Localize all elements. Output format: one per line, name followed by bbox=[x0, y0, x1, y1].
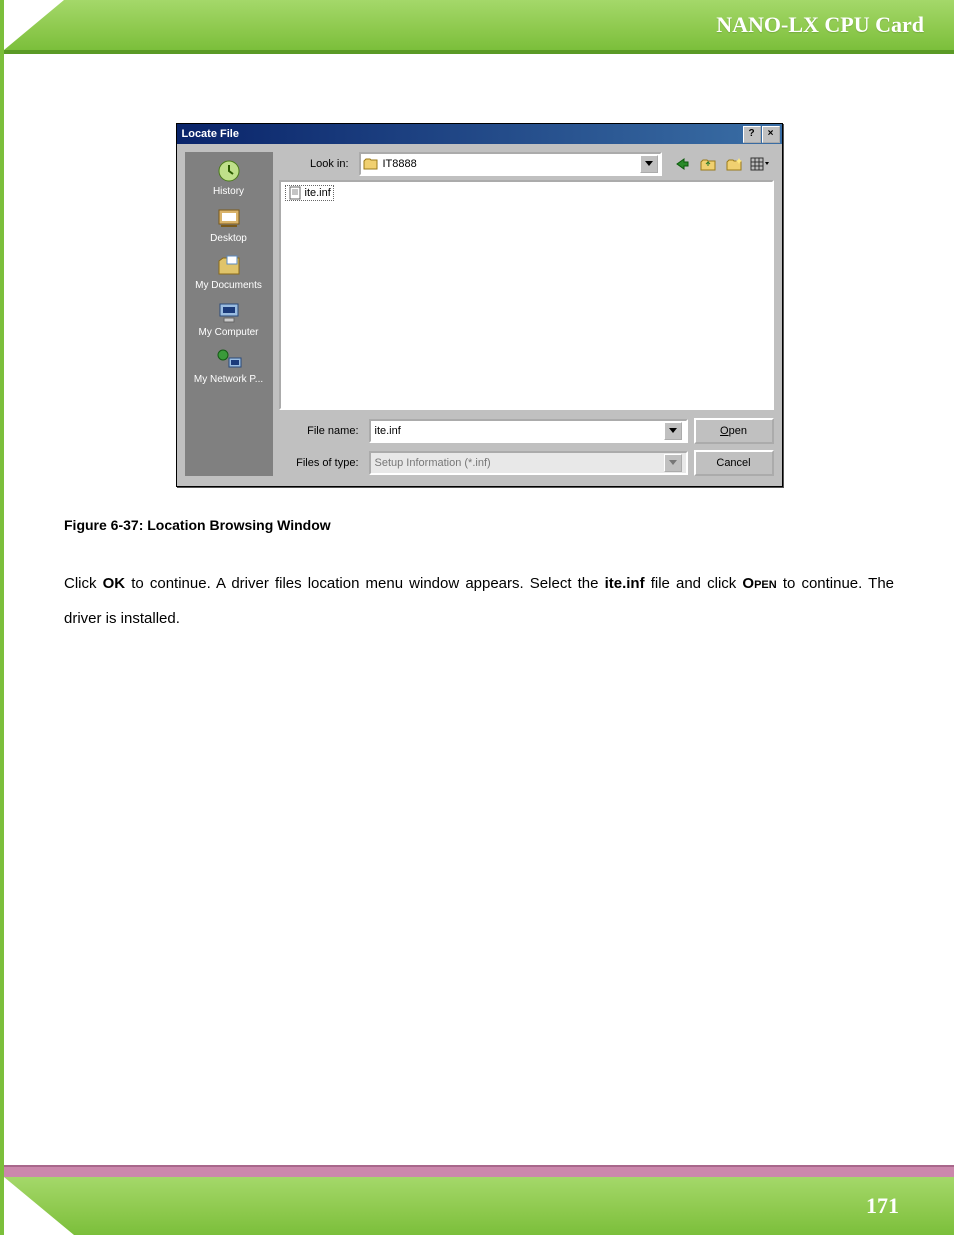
figure-caption: Figure 6-37: Location Browsing Window bbox=[64, 517, 894, 533]
file-name-input[interactable]: ite.inf bbox=[369, 419, 688, 443]
page-number: 171 bbox=[866, 1193, 899, 1219]
desktop-icon bbox=[213, 205, 245, 231]
places-mycomputer[interactable]: My Computer bbox=[190, 297, 268, 342]
back-button[interactable] bbox=[672, 154, 692, 174]
footer-rule bbox=[4, 1165, 954, 1177]
body-text-2: to continue. A driver files location men… bbox=[125, 575, 604, 592]
look-in-value: IT8888 bbox=[383, 158, 417, 170]
look-in-dropdown-button[interactable] bbox=[640, 155, 658, 173]
body-bold-ok: OK bbox=[103, 575, 126, 592]
locate-file-dialog: Locate File ? × History Desktop bbox=[176, 123, 783, 487]
file-list[interactable]: ite.inf bbox=[279, 180, 774, 410]
body-text-3: file and click bbox=[645, 575, 743, 592]
mycomputer-icon bbox=[213, 299, 245, 325]
file-type-value: Setup Information (*.inf) bbox=[375, 457, 491, 469]
up-one-level-button[interactable] bbox=[698, 154, 718, 174]
chevron-down-icon bbox=[669, 428, 677, 434]
places-mydocuments-label: My Documents bbox=[195, 280, 262, 291]
body-paragraph: Click OK to continue. A driver files loc… bbox=[64, 567, 894, 636]
header-corner-decoration bbox=[4, 0, 64, 50]
folder-new-icon bbox=[726, 157, 742, 171]
page-header: NANO-LX CPU Card bbox=[4, 0, 954, 50]
history-icon bbox=[213, 158, 245, 184]
file-name-dropdown-button[interactable] bbox=[664, 422, 682, 440]
page-footer: 171 bbox=[4, 1177, 954, 1235]
mydocuments-icon bbox=[213, 252, 245, 278]
places-mynetwork[interactable]: My Network P... bbox=[190, 344, 268, 389]
cancel-button-label: Cancel bbox=[716, 457, 750, 469]
places-mycomputer-label: My Computer bbox=[198, 327, 258, 338]
body-smallcaps-open: Open bbox=[742, 575, 776, 592]
file-item-iteinf[interactable]: ite.inf bbox=[285, 185, 334, 201]
folder-up-icon bbox=[700, 157, 716, 171]
file-type-label: Files of type: bbox=[279, 457, 363, 469]
dialog-title: Locate File bbox=[182, 128, 239, 140]
views-button[interactable] bbox=[750, 154, 770, 174]
open-button[interactable]: Open bbox=[694, 418, 774, 444]
chevron-down-icon bbox=[645, 161, 653, 167]
file-type-dropdown-button[interactable] bbox=[664, 454, 682, 472]
help-button[interactable]: ? bbox=[743, 126, 761, 143]
close-button[interactable]: × bbox=[762, 126, 780, 143]
file-item-label: ite.inf bbox=[305, 187, 331, 199]
body-bold-iteinf: ite.inf bbox=[605, 575, 645, 592]
look-in-combo[interactable]: IT8888 bbox=[359, 152, 662, 176]
file-name-label: File name: bbox=[279, 425, 363, 437]
help-icon: ? bbox=[748, 129, 754, 139]
open-button-label-rest: pen bbox=[729, 425, 747, 437]
places-desktop-label: Desktop bbox=[210, 233, 247, 244]
places-mynetwork-label: My Network P... bbox=[194, 374, 263, 385]
look-in-label: Look in: bbox=[279, 158, 353, 170]
views-icon bbox=[750, 157, 770, 171]
file-type-combo[interactable]: Setup Information (*.inf) bbox=[369, 451, 688, 475]
body-text-1: Click bbox=[64, 575, 103, 592]
chevron-down-icon bbox=[669, 460, 677, 466]
file-name-value: ite.inf bbox=[375, 425, 401, 437]
footer-corner-decoration bbox=[4, 1177, 74, 1235]
folder-open-icon bbox=[363, 157, 379, 171]
content-area: Locate File ? × History Desktop bbox=[64, 108, 894, 636]
close-icon: × bbox=[768, 129, 774, 139]
dialog-titlebar: Locate File ? × bbox=[177, 124, 782, 144]
header-rule bbox=[4, 50, 954, 54]
places-desktop[interactable]: Desktop bbox=[190, 203, 268, 248]
back-arrow-icon bbox=[674, 157, 690, 171]
cancel-button[interactable]: Cancel bbox=[694, 450, 774, 476]
new-folder-button[interactable] bbox=[724, 154, 744, 174]
places-history-label: History bbox=[213, 186, 244, 197]
places-history[interactable]: History bbox=[190, 156, 268, 201]
places-mydocuments[interactable]: My Documents bbox=[190, 250, 268, 295]
document-title: NANO-LX CPU Card bbox=[716, 12, 924, 38]
mynetwork-icon bbox=[213, 346, 245, 372]
places-bar: History Desktop My Documents My Computer bbox=[185, 152, 273, 476]
inf-file-icon bbox=[288, 186, 302, 200]
